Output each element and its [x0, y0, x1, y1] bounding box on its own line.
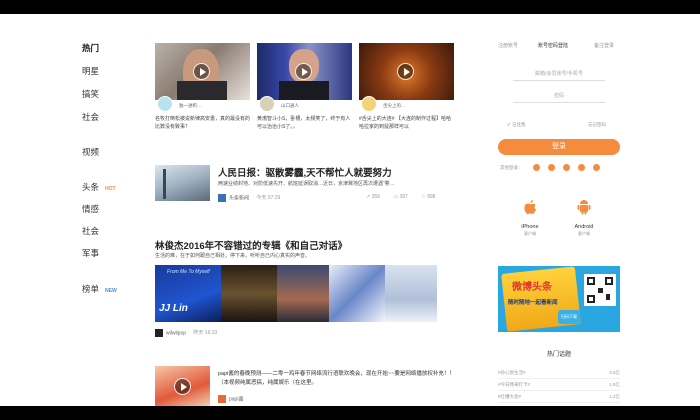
avatar[interactable] — [361, 96, 377, 112]
ad-title: 微博头条 — [512, 282, 552, 293]
remember-me[interactable]: ✓ 记住我 — [507, 122, 526, 128]
download-badge: 扫码下载 — [558, 310, 580, 324]
video-thumbnail[interactable] — [257, 43, 352, 100]
social-login-icon[interactable] — [548, 164, 555, 171]
social-login-icon[interactable] — [533, 164, 540, 171]
source-logo-icon — [218, 395, 226, 403]
video-meta: 独一进积… — [157, 96, 250, 112]
video-thumbnail[interactable] — [359, 43, 454, 100]
album-cover: From Me To Myself JJ Lin — [155, 265, 221, 322]
username-field[interactable]: 邮箱/会员账号/手机号 — [513, 70, 605, 81]
hot-tag: HOT — [105, 186, 116, 192]
nav-item-society[interactable]: 社会 — [82, 111, 99, 123]
other-login-label: 其他登录： — [500, 165, 523, 170]
login-button[interactable]: 登录 — [498, 139, 620, 155]
album-photo — [277, 265, 329, 322]
social-login-icon[interactable] — [593, 164, 600, 171]
article-time: 今天 07:29 — [256, 195, 281, 202]
play-icon[interactable] — [295, 63, 312, 80]
video-card[interactable]: 舌尖上的… #舌尖上的大连# 【大连的制作过程】哈哈哈拉家的到鼠那样可以 — [359, 43, 454, 130]
qr-code — [584, 274, 616, 306]
nav-item-hot[interactable]: 热门 — [82, 42, 99, 54]
nav-item-emotion[interactable]: 情感 — [82, 203, 99, 215]
android-app-link[interactable]: Android 客户端 — [564, 199, 604, 237]
album-photo — [329, 265, 385, 322]
article-source[interactable]: wilwilpop — [166, 330, 186, 336]
article-title[interactable]: 林俊杰2016年不容错过的专辑《和自己对话》 — [155, 238, 347, 252]
video-meta: 舌尖上的… — [361, 96, 454, 112]
play-icon[interactable] — [193, 63, 210, 80]
hot-topic-row[interactable]: #孙心悦生活# 4.5亿 — [498, 370, 620, 379]
social-login-icon[interactable] — [563, 164, 570, 171]
article-thumbnail[interactable] — [155, 366, 210, 406]
hot-topic-row[interactable]: #今日我来打卡# 1.9亿 — [498, 382, 620, 391]
video-title[interactable]: #舌尖上的大连# 【大连的制作过程】哈哈哈拉家的到鼠那样可以 — [359, 115, 454, 131]
article-summary: 生活的难，在于如何跟自己相处，停下来，听听自己内心真实的声音。 — [155, 253, 311, 259]
source-logo-icon — [218, 194, 226, 202]
comment-icon[interactable]: ▭ — [393, 194, 398, 200]
new-tag: NEW — [105, 288, 117, 294]
album-photo — [221, 265, 277, 322]
source-logo-icon — [155, 329, 163, 337]
tab-password-login[interactable]: 账号密码登陆 — [538, 42, 568, 49]
avatar[interactable] — [157, 96, 173, 112]
nav-item-video[interactable]: 视频 — [82, 146, 99, 158]
video-meta: 山口通人 — [259, 96, 352, 112]
article-summary: 两速业绩封地、对防低速先开、航班延误取消…近日，京津冀地区再次遭遇“雾… — [218, 181, 395, 187]
video-author[interactable]: 舌尖上的… — [383, 103, 406, 109]
tab-register[interactable]: 注册账号 — [498, 42, 518, 49]
article-source[interactable]: 头条新闻 — [229, 195, 249, 201]
video-card[interactable]: 山口通人 黄渤智斗小S，卧槽，太频笑了，终于有人可以治治小S了。。 — [257, 43, 352, 130]
password-field[interactable]: 密码 — [513, 92, 605, 103]
article-stats: ↗ 359 ▭ 397 ☆ 998 — [366, 194, 436, 200]
share-icon[interactable]: ↗ — [366, 194, 370, 200]
video-card[interactable]: 独一进积… 名牧打倒松被说新律高安書，真的最没有的比数没有致事？ — [155, 43, 250, 130]
iphone-app-link[interactable]: iPhone 客户端 — [510, 199, 550, 237]
video-author[interactable]: 独一进积… — [179, 103, 202, 109]
article-meta: 头条新闻 今天 07:29 — [218, 194, 280, 202]
social-login-icon[interactable] — [578, 164, 585, 171]
article-thumbnail[interactable] — [155, 165, 210, 201]
album-artist: JJ Lin — [159, 303, 188, 314]
article-source[interactable]: papi酱 — [229, 396, 243, 402]
pole-shape — [163, 169, 166, 199]
video-thumbnail[interactable] — [155, 43, 250, 100]
album-banner[interactable]: From Me To Myself JJ Lin — [155, 265, 437, 322]
nav-item-headline[interactable]: 头条 HOT — [82, 181, 116, 193]
android-icon — [577, 200, 591, 215]
hot-topics-title: 热门话题 — [546, 352, 571, 358]
article-title[interactable]: 人民日报：驱散雾霾,天不帮忙人就要努力 — [218, 165, 392, 179]
video-title[interactable]: 名牧打倒松被说新律高安書，真的最没有的比数没有致事？ — [155, 115, 250, 131]
video-title[interactable]: 黄渤智斗小S，卧槽，太频笑了，终于有人可以治治小S了。。 — [257, 115, 352, 131]
checkbox-icon[interactable]: ✓ — [507, 122, 511, 127]
apple-icon — [524, 200, 536, 214]
nav-item-stars[interactable]: 明星 — [82, 65, 99, 77]
nav-item-society-2[interactable]: 社会 — [82, 225, 99, 237]
page-frame: 热门 明星 搞笑 社会 视频 头条 HOT 情感 社会 军事 榜单 NEW 独一进积… — [0, 14, 700, 406]
ad-slogan: 随时随地一起看新闻 — [508, 300, 558, 306]
app-ad-banner[interactable]: 微博头条 随时随地一起看新闻 扫码下载 — [498, 266, 620, 332]
like-icon[interactable]: ☆ — [421, 194, 425, 200]
article-meta: wilwilpop 昨天 16:33 — [155, 329, 217, 337]
forgot-password-link[interactable]: 忘记密码 — [588, 122, 606, 128]
play-icon[interactable] — [174, 378, 191, 395]
video-author[interactable]: 山口通人 — [281, 103, 299, 109]
avatar[interactable] — [259, 96, 275, 112]
hot-topic-row[interactable]: #吐槽大会# 1.2亿 — [498, 394, 620, 403]
tab-other-login[interactable]: 备注登录 — [594, 42, 614, 49]
article-time: 昨天 16:33 — [193, 330, 218, 337]
nav-item-funny[interactable]: 搞笑 — [82, 88, 99, 100]
article-meta: papi酱 — [218, 395, 243, 403]
nav-item-ranking[interactable]: 榜单 NEW — [82, 283, 117, 295]
nav-item-military[interactable]: 军事 — [82, 247, 99, 259]
album-cover-text: From Me To Myself — [167, 269, 210, 275]
album-photo — [385, 265, 437, 322]
article-title[interactable]: papi酱的春晚预测——二零一鸡年春节网络流行语联欢晚会，现在开始~~要是网络播… — [218, 370, 458, 388]
play-icon[interactable] — [397, 63, 414, 80]
